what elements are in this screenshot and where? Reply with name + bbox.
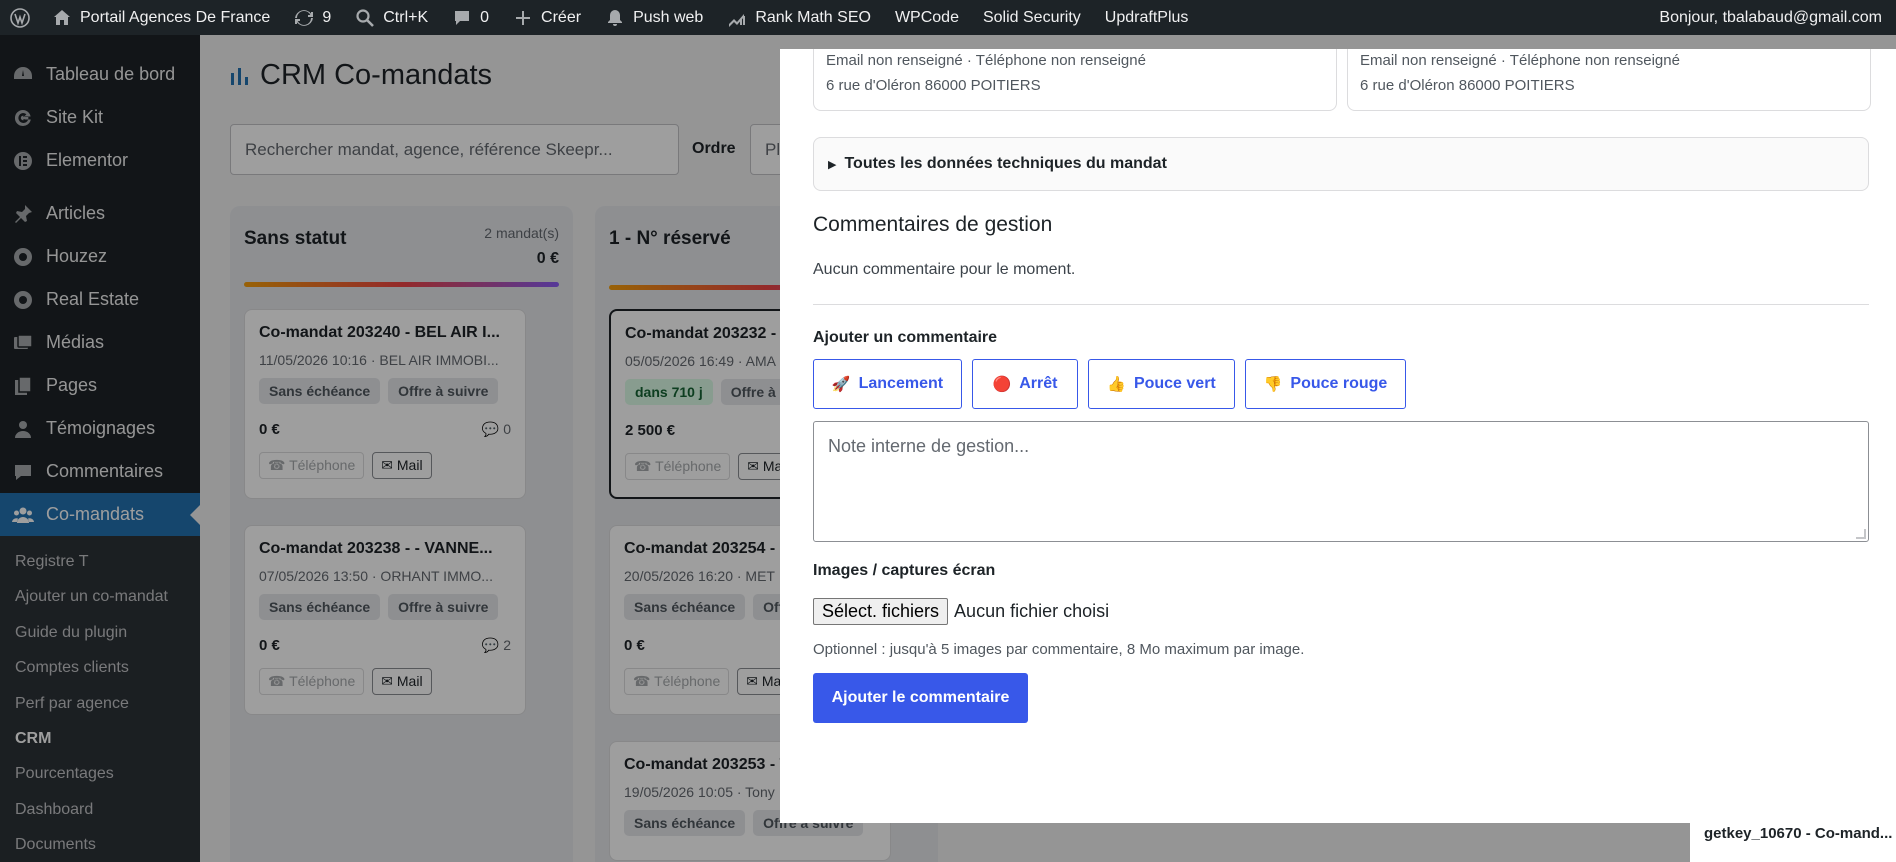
contact-address: 6 rue d'Oléron 86000 POITIERS xyxy=(826,77,1041,94)
wpcode-link[interactable]: WPCode xyxy=(883,0,971,35)
updraftplus-link[interactable]: UpdraftPlus xyxy=(1093,0,1201,35)
solid-security-link[interactable]: Solid Security xyxy=(971,0,1093,35)
thumbs-down-icon: 👎 xyxy=(1263,376,1283,393)
upload-hint: Optionnel : jusqu'à 5 images par comment… xyxy=(813,641,1305,658)
file-status: Aucun fichier choisi xyxy=(954,601,1110,621)
add-comment-button[interactable]: Ajouter le commentaire xyxy=(813,673,1028,723)
push-web-link[interactable]: Push web xyxy=(593,0,715,35)
images-label: Images / captures écran xyxy=(813,562,996,579)
admin-bar: Portail Agences De France 9 Ctrl+K 0 Cré… xyxy=(0,0,1896,35)
resize-handle-icon[interactable] xyxy=(1856,529,1866,539)
plus-icon xyxy=(516,10,531,25)
comments-section-title: Commentaires de gestion xyxy=(813,213,1053,236)
contact-info: Email non renseigné · Téléphone non rens… xyxy=(1360,52,1680,69)
quick-thumbs-down-button[interactable]: 👎 Pouce rouge xyxy=(1245,359,1406,409)
internal-note-textarea[interactable]: Note interne de gestion... xyxy=(813,421,1869,542)
file-input: Sélect. fichiers Aucun fichier choisi xyxy=(813,598,1109,625)
contact-info: Email non renseigné · Téléphone non rens… xyxy=(826,52,1146,69)
comments-link[interactable]: 0 xyxy=(440,0,501,35)
choose-files-button[interactable]: Sélect. fichiers xyxy=(813,598,949,625)
add-comment-label: Ajouter un commentaire xyxy=(813,329,998,346)
bell-icon xyxy=(608,9,623,26)
search-icon xyxy=(356,8,375,27)
quick-thumbs-up-button[interactable]: 👍 Pouce vert xyxy=(1088,359,1235,409)
thumbs-up-icon: 👍 xyxy=(1107,376,1126,393)
technical-details-toggle[interactable]: ▶ Toutes les données techniques du manda… xyxy=(813,137,1869,191)
refresh-icon xyxy=(295,9,314,26)
caret-right-icon: ▶ xyxy=(828,158,837,171)
quick-stop-button[interactable]: 🔴 Arrêt xyxy=(972,359,1078,409)
contact-card-right: Email non renseigné · Téléphone non rens… xyxy=(1347,49,1871,111)
rank-math-link[interactable]: Rank Math SEO xyxy=(715,0,883,35)
divider xyxy=(813,304,1869,305)
rank-math-icon xyxy=(729,13,746,27)
wordpress-logo-icon[interactable] xyxy=(0,0,40,35)
rocket-icon: 🚀 xyxy=(831,376,851,393)
contact-address: 6 rue d'Oléron 86000 POITIERS xyxy=(1360,77,1575,94)
new-content-link[interactable]: Créer xyxy=(501,0,593,35)
home-icon xyxy=(54,9,70,25)
site-name-link[interactable]: Portail Agences De France xyxy=(40,0,282,35)
quick-launch-button[interactable]: 🚀 Lancement xyxy=(813,359,962,409)
red-circle-icon: 🔴 xyxy=(992,376,1012,393)
no-comments-text: Aucun commentaire pour le moment. xyxy=(813,261,1076,278)
mandate-detail-modal: Email non renseigné · Téléphone non rens… xyxy=(780,49,1896,823)
updates-link[interactable]: 9 xyxy=(282,0,343,35)
account-menu[interactable]: Bonjour, tbalabaud@gmail.com xyxy=(1647,0,1896,35)
contact-card-left: Email non renseigné · Téléphone non rens… xyxy=(813,49,1337,111)
command-palette-link[interactable]: Ctrl+K xyxy=(343,0,440,35)
comment-icon xyxy=(455,10,470,25)
